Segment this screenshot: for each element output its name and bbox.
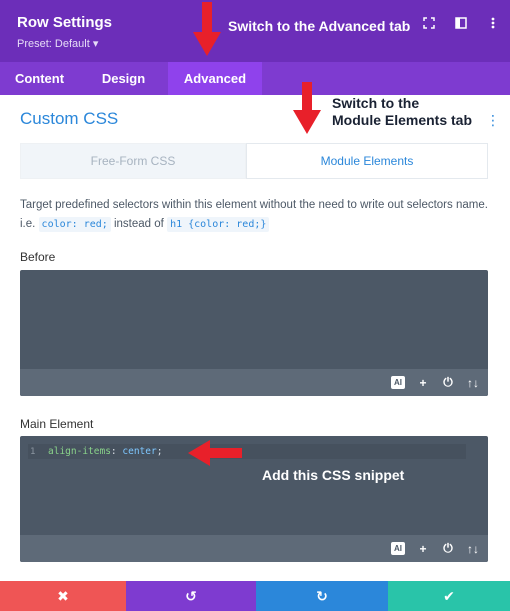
- header-icons: [422, 16, 500, 30]
- discard-button[interactable]: ✖: [0, 581, 126, 611]
- css-semicolon: ;: [156, 446, 163, 457]
- sort-icon[interactable]: ↑↓: [466, 376, 480, 390]
- tab-content[interactable]: Content: [0, 62, 79, 95]
- line-number: 1: [30, 446, 36, 457]
- power-icon[interactable]: ⏻: [441, 375, 455, 390]
- redo-button[interactable]: ↻: [256, 581, 388, 611]
- undo-button[interactable]: ↺: [126, 581, 256, 611]
- tab-advanced[interactable]: Advanced: [168, 62, 262, 95]
- add-icon[interactable]: +: [416, 376, 430, 390]
- preset-dropdown[interactable]: Preset: Default ▾: [17, 37, 98, 50]
- sidebar-icon[interactable]: [454, 16, 468, 30]
- arrow-down-icon: [293, 82, 321, 134]
- arrow-down-icon: [193, 2, 221, 56]
- modal-title: Row Settings: [17, 14, 113, 31]
- before-editor-toolbar: AI + ⏻ ↑↓: [20, 369, 488, 396]
- before-css-editor[interactable]: AI + ⏻ ↑↓: [20, 270, 488, 396]
- tab-design[interactable]: Design: [79, 62, 168, 95]
- subtab-module-elements[interactable]: Module Elements: [246, 143, 488, 179]
- save-button[interactable]: ✔: [388, 581, 510, 611]
- code-line: 1 align-items: center;: [28, 444, 466, 459]
- code-text: align-items: center;: [48, 446, 162, 457]
- power-icon[interactable]: ⏻: [441, 541, 455, 556]
- ai-icon[interactable]: AI: [391, 542, 405, 555]
- annotation-switch-module-line1: Switch to the: [332, 95, 420, 111]
- expand-icon[interactable]: [422, 16, 436, 30]
- modal-footer: ✖ ↺ ↻ ✔: [0, 581, 510, 611]
- section-description: Target predefined selectors within this …: [20, 196, 490, 234]
- add-icon[interactable]: +: [416, 542, 430, 556]
- main-editor-toolbar: AI + ⏻ ↑↓: [20, 535, 488, 562]
- css-value: center: [122, 446, 157, 457]
- annotation-add-snippet: Add this CSS snippet: [262, 467, 405, 483]
- before-label: Before: [20, 250, 56, 264]
- annotation-switch-advanced: Switch to the Advanced tab: [228, 18, 411, 34]
- main-element-css-editor[interactable]: 1 align-items: center; AI + ⏻ ↑↓: [20, 436, 488, 562]
- description-text-2: instead of: [113, 218, 164, 230]
- subtab-freeform-css[interactable]: Free-Form CSS: [20, 143, 246, 179]
- code-example-2: h1 {color: red;}: [167, 217, 270, 232]
- more-icon[interactable]: [486, 16, 500, 30]
- settings-tabs: Content Design Advanced: [0, 62, 510, 95]
- code-example-1: color: red;: [38, 217, 111, 232]
- section-options-icon[interactable]: ⋮: [486, 112, 500, 129]
- css-property: align-items: [48, 446, 111, 457]
- annotation-switch-module: Switch to the Module Elements tab: [332, 95, 472, 129]
- ai-icon[interactable]: AI: [391, 376, 405, 389]
- arrow-left-icon: [188, 440, 242, 466]
- css-subtabs: Free-Form CSS Module Elements: [20, 143, 488, 179]
- sort-icon[interactable]: ↑↓: [466, 542, 480, 556]
- main-element-label: Main Element: [20, 417, 94, 431]
- css-colon: :: [110, 446, 117, 457]
- annotation-switch-module-line2: Module Elements tab: [332, 112, 473, 128]
- section-title[interactable]: Custom CSS: [20, 109, 118, 129]
